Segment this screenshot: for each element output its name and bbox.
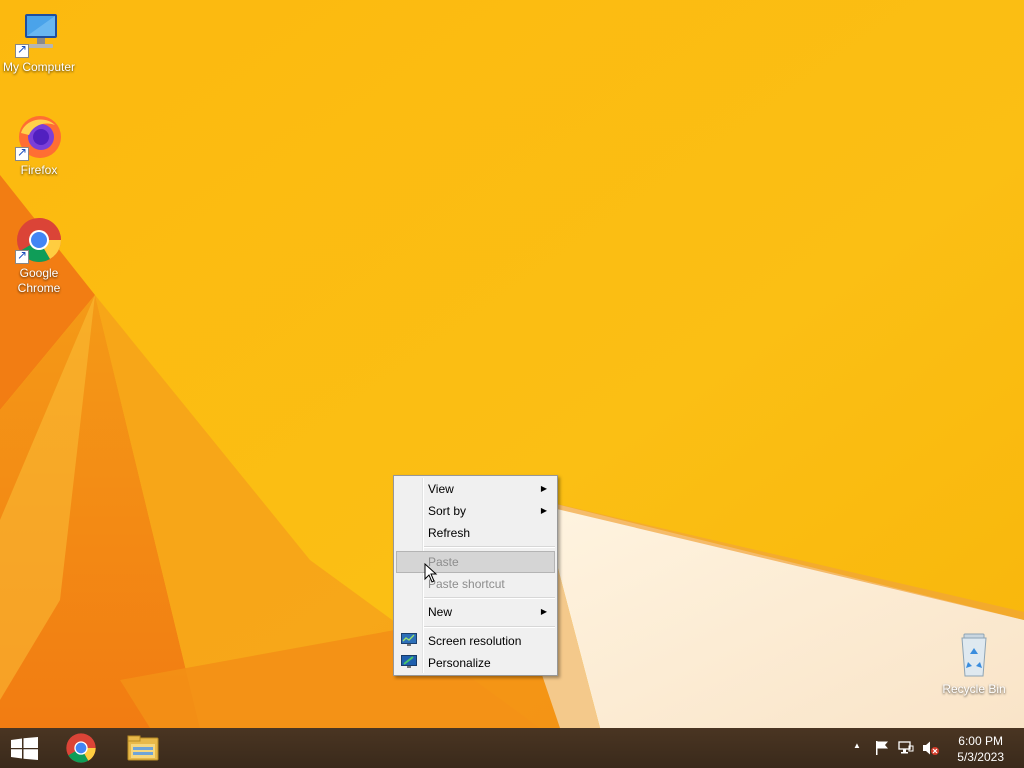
- menu-item-label: Refresh: [428, 526, 471, 540]
- recycle-bin-icon: [950, 632, 998, 680]
- desktop-icon-label: Firefox: [20, 163, 58, 177]
- firefox-icon: [15, 113, 63, 161]
- windows-logo-icon: [11, 737, 38, 760]
- volume-button[interactable]: [921, 728, 941, 768]
- submenu-arrow-icon: ▶: [540, 506, 547, 515]
- chrome-icon: [15, 216, 63, 264]
- submenu-arrow-icon: ▶: [540, 484, 547, 493]
- volume-muted-icon: [923, 741, 939, 755]
- desktop-icon-label: My Computer: [2, 60, 76, 74]
- computer-icon: [15, 10, 63, 58]
- menu-item-new[interactable]: New ▶: [396, 601, 555, 623]
- personalize-icon: [401, 655, 417, 668]
- taskbar-chrome-button[interactable]: [54, 728, 110, 768]
- network-button[interactable]: [897, 728, 915, 768]
- menu-item-screen-resolution[interactable]: Screen resolution: [396, 630, 555, 652]
- start-button[interactable]: [0, 728, 56, 768]
- shortcut-arrow-icon: [15, 145, 29, 161]
- menu-item-refresh[interactable]: Refresh: [396, 522, 555, 544]
- menu-item-label: Paste shortcut: [428, 577, 505, 591]
- menu-separator: [424, 597, 555, 599]
- tray-overflow-button[interactable]: ▲: [850, 728, 864, 768]
- chrome-icon: [66, 733, 96, 763]
- display-icon: [401, 633, 417, 646]
- submenu-arrow-icon: ▶: [540, 607, 547, 616]
- menu-item-sort-by[interactable]: Sort by ▶: [396, 500, 555, 522]
- desktop-icon-google-chrome[interactable]: Google Chrome: [0, 216, 79, 296]
- taskbar: ▲ 6:00 PM 5/3/2023: [0, 728, 1024, 768]
- clock-time: 6:00 PM: [958, 734, 1003, 748]
- action-center-button[interactable]: [873, 728, 891, 768]
- menu-item-label: Personalize: [428, 656, 491, 670]
- desktop-icon-label: Recycle Bin: [942, 682, 1006, 696]
- chevron-up-icon: ▲: [853, 741, 861, 750]
- desktop-icon-label: Google Chrome: [17, 266, 61, 295]
- desktop-context-menu: View ▶ Sort by ▶ Refresh Paste Paste sho…: [393, 475, 558, 676]
- menu-item-label: Screen resolution: [428, 634, 522, 648]
- folder-icon: [127, 735, 159, 761]
- menu-item-personalize[interactable]: Personalize: [396, 652, 555, 674]
- desktop-icon-firefox[interactable]: Firefox: [0, 113, 79, 178]
- action-center-flag-icon: [876, 741, 888, 755]
- menu-item-paste-shortcut[interactable]: Paste shortcut: [396, 573, 555, 595]
- menu-item-paste[interactable]: Paste: [396, 551, 555, 573]
- shortcut-arrow-icon: [15, 42, 29, 58]
- menu-item-label: View: [428, 482, 454, 496]
- tray-clock[interactable]: 6:00 PM 5/3/2023: [957, 733, 1004, 765]
- desktop-icon-my-computer[interactable]: My Computer: [0, 10, 79, 75]
- menu-separator: [424, 546, 555, 548]
- menu-item-view[interactable]: View ▶: [396, 478, 555, 500]
- clock-date: 5/3/2023: [957, 750, 1004, 764]
- mouse-cursor-icon: [424, 563, 438, 583]
- network-icon: [898, 741, 914, 754]
- menu-item-label: Sort by: [428, 504, 467, 518]
- taskbar-file-explorer-button[interactable]: [115, 728, 171, 768]
- menu-separator: [424, 626, 555, 628]
- desktop-icon-recycle-bin[interactable]: Recycle Bin: [934, 632, 1014, 697]
- menu-item-label: New: [428, 605, 453, 619]
- shortcut-arrow-icon: [15, 248, 29, 264]
